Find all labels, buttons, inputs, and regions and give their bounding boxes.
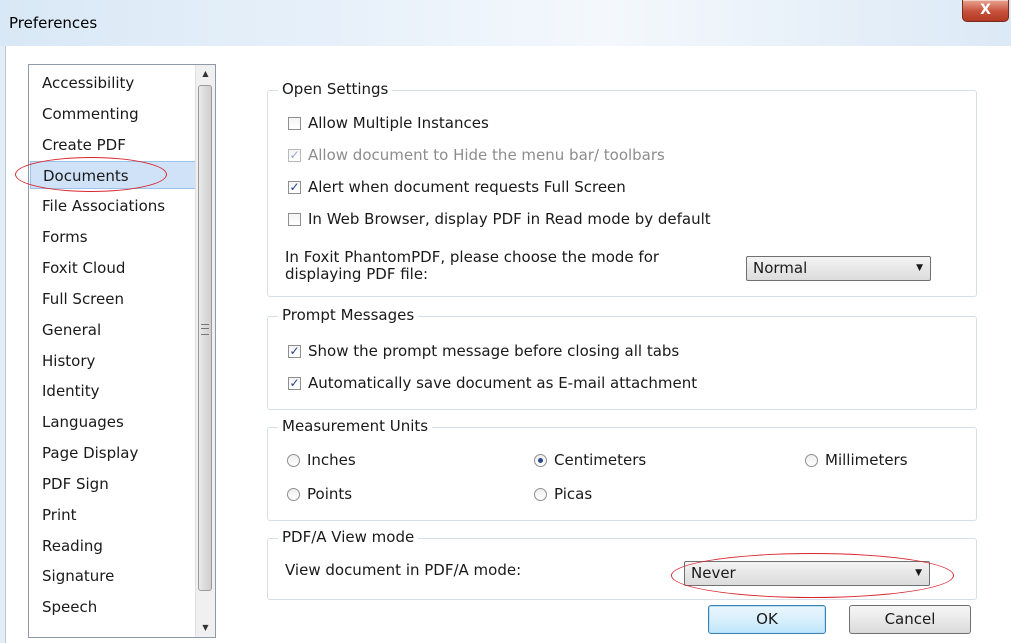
alert-full-screen-label: Alert when document requests Full Screen: [308, 178, 626, 196]
open-settings-title: Open Settings: [278, 80, 393, 98]
unit-points-radio[interactable]: [287, 488, 300, 501]
pdfa-mode-select[interactable]: Never ▼: [684, 561, 930, 586]
category-item-general[interactable]: General: [30, 316, 196, 344]
measurement-units-title: Measurement Units: [278, 417, 433, 435]
scroll-thumb[interactable]: [198, 85, 212, 591]
unit-points-label: Points: [307, 485, 353, 503]
unit-inches-radio[interactable]: [287, 454, 300, 467]
read-mode-checkbox[interactable]: [288, 213, 301, 226]
display-mode-label-line1: In Foxit PhantomPDF, please choose the m…: [285, 248, 660, 266]
open-settings-group: Open Settings Allow Multiple Instances ✓…: [267, 80, 977, 297]
window-frame: [0, 46, 6, 643]
read-mode-label: In Web Browser, display PDF in Read mode…: [308, 210, 711, 228]
prompt-messages-title: Prompt Messages: [278, 306, 419, 324]
category-item-page-display[interactable]: Page Display: [30, 439, 196, 467]
category-item-foxit-cloud[interactable]: Foxit Cloud: [30, 254, 196, 282]
unit-picas-label: Picas: [554, 485, 593, 503]
pdfa-mode-value: Never: [691, 564, 736, 582]
category-list[interactable]: Accessibility Commenting Create PDF Docu…: [28, 64, 216, 638]
category-item-documents[interactable]: Documents: [30, 161, 196, 189]
category-item-identity[interactable]: Identity: [30, 377, 196, 405]
unit-centimeters-radio[interactable]: [534, 454, 547, 467]
pdfa-mode-label: View document in PDF/A mode:: [285, 561, 522, 579]
unit-centimeters-label: Centimeters: [554, 451, 647, 469]
category-item-print[interactable]: Print: [30, 501, 196, 529]
display-mode-label-line2: displaying PDF file:: [285, 265, 429, 283]
category-item-file-associations[interactable]: File Associations: [30, 192, 196, 220]
category-item-reading[interactable]: Reading: [30, 532, 196, 560]
email-attachment-label: Automatically save document as E-mail at…: [308, 374, 698, 392]
prompt-close-tabs-checkbox[interactable]: ✓: [288, 345, 301, 358]
close-button[interactable]: X: [962, 0, 1009, 22]
category-item-languages[interactable]: Languages: [30, 408, 196, 436]
unit-picas-radio[interactable]: [534, 488, 547, 501]
hide-menu-bar-label: Allow document to Hide the menu bar/ too…: [308, 146, 665, 164]
unit-inches-label: Inches: [307, 451, 356, 469]
category-item-signature[interactable]: Signature: [30, 562, 196, 590]
category-item-commenting[interactable]: Commenting: [30, 100, 196, 128]
unit-millimeters-label: Millimeters: [825, 451, 908, 469]
email-attachment-checkbox[interactable]: ✓: [288, 377, 301, 390]
alert-full-screen-checkbox[interactable]: ✓: [288, 181, 301, 194]
allow-multiple-instances-label: Allow Multiple Instances: [308, 114, 489, 132]
display-mode-select[interactable]: Normal ▼: [746, 256, 931, 281]
category-item-history[interactable]: History: [30, 347, 196, 375]
allow-multiple-instances-checkbox[interactable]: [288, 117, 301, 130]
display-mode-value: Normal: [753, 259, 808, 277]
dropdown-arrow-icon: ▼: [916, 263, 923, 273]
category-item-pdf-sign[interactable]: PDF Sign: [30, 470, 196, 498]
scroll-up-arrow-icon[interactable]: ▲: [196, 65, 215, 83]
category-item-create-pdf[interactable]: Create PDF: [30, 131, 196, 159]
window-title: Preferences: [9, 14, 98, 32]
unit-millimeters-radio[interactable]: [805, 454, 818, 467]
title-bar: Preferences X: [0, 0, 1011, 46]
cancel-button[interactable]: Cancel: [849, 605, 971, 634]
hide-menu-bar-checkbox: ✓: [288, 148, 301, 162]
pdfa-view-mode-group: PDF/A View mode View document in PDF/A m…: [267, 528, 977, 600]
category-item-full-screen[interactable]: Full Screen: [30, 285, 196, 313]
prompt-close-tabs-label: Show the prompt message before closing a…: [308, 342, 680, 360]
prompt-messages-group: Prompt Messages ✓ Show the prompt messag…: [267, 306, 977, 410]
category-item-speech[interactable]: Speech: [30, 593, 196, 621]
category-item-accessibility[interactable]: Accessibility: [30, 69, 196, 97]
scroll-down-arrow-icon[interactable]: ▼: [196, 619, 215, 637]
list-scrollbar[interactable]: ▲ ▼: [195, 65, 215, 637]
measurement-units-group: Measurement Units Inches Centimeters Mil…: [267, 417, 977, 521]
pdfa-view-mode-title: PDF/A View mode: [278, 528, 419, 546]
ok-button[interactable]: OK: [708, 605, 826, 634]
display-mode-label: In Foxit PhantomPDF, please choose the m…: [285, 249, 659, 283]
dropdown-arrow-icon: ▼: [915, 568, 922, 578]
scroll-grip-icon: [201, 324, 209, 335]
category-item-forms[interactable]: Forms: [30, 223, 196, 251]
